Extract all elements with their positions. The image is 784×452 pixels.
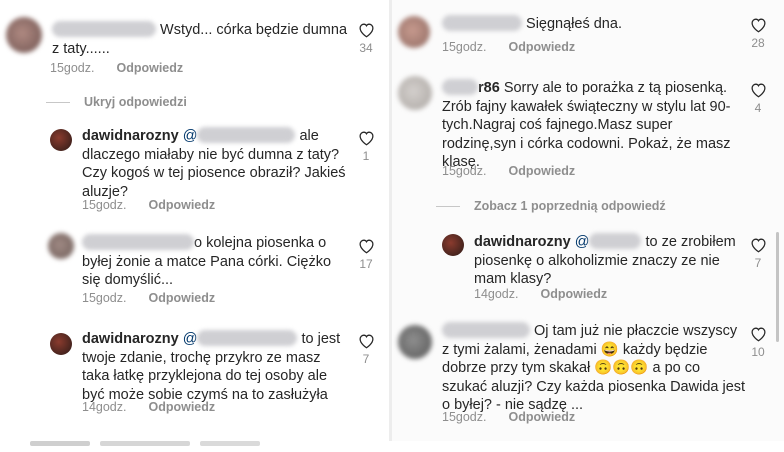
redacted-username: [442, 79, 478, 95]
heart-outline-icon: [358, 334, 374, 349]
timestamp: 14godz.: [474, 287, 519, 301]
comment-text: o kolejna piosenka o byłej żonie a matce…: [82, 234, 332, 288]
reply-button[interactable]: Odpowiedz: [508, 40, 575, 54]
timestamp: 15godz.: [82, 291, 127, 305]
like-button[interactable]: 1: [356, 130, 376, 163]
like-count: 1: [362, 149, 370, 163]
comment-text: r86 Sorry ale to porażka z tą piosenką. …: [442, 79, 731, 170]
reply-button[interactable]: Odpowiedz: [148, 198, 215, 212]
mention[interactable]: @: [183, 128, 198, 144]
heart-outline-icon: [750, 18, 766, 33]
username[interactable]: r86: [478, 80, 500, 96]
like-button[interactable]: 7: [748, 237, 768, 270]
comment-meta: 15godz. Odpowiedz: [442, 40, 575, 54]
like-count: 7: [754, 256, 762, 270]
avatar[interactable]: [50, 333, 72, 355]
like-count: 10: [751, 345, 765, 359]
thread-line: [436, 206, 460, 208]
heart-outline-icon: [750, 327, 766, 342]
reply-button[interactable]: Odpowiedz: [508, 410, 575, 424]
thread-line: [46, 102, 70, 104]
avatar[interactable]: [50, 129, 72, 151]
comment-meta: 15godz. Odpowiedz: [442, 410, 575, 424]
redacted-mention: [197, 127, 296, 143]
mention[interactable]: @: [575, 234, 590, 250]
comment-text: dawidnarozny @ ale dlaczego miałaby nie …: [82, 127, 346, 200]
reply-button[interactable]: Odpowiedz: [540, 287, 607, 301]
like-count: 17: [359, 257, 373, 271]
like-count: 28: [751, 36, 765, 50]
like-count: 7: [362, 352, 370, 366]
avatar[interactable]: [6, 17, 42, 53]
username[interactable]: dawidnarozny: [82, 331, 179, 347]
like-button[interactable]: 28: [748, 17, 768, 50]
heart-outline-icon: [750, 83, 766, 98]
avatar[interactable]: [398, 16, 430, 48]
heart-outline-icon: [750, 238, 766, 253]
comment-text: Oj tam już nie płaczcie wszyscy z tymi ż…: [442, 322, 746, 413]
like-button[interactable]: 17: [356, 238, 376, 271]
heart-outline-icon: [358, 23, 374, 38]
reply-button[interactable]: Odpowiedz: [148, 400, 215, 414]
comment-meta: 14godz. Odpowiedz: [474, 287, 607, 301]
redacted-username: [442, 15, 522, 31]
comment-meta: 14godz. Odpowiedz: [82, 400, 215, 414]
avatar[interactable]: [48, 233, 74, 259]
comment-text: Sięgnąłeś dna.: [442, 15, 742, 34]
comment-text: dawidnarozny @ to jest twoje zdanie, tro…: [82, 330, 341, 403]
avatar[interactable]: [398, 76, 432, 110]
scrollbar[interactable]: [776, 232, 779, 342]
comment-meta: 15godz. Odpowiedz: [82, 198, 215, 212]
timestamp: 15godz.: [82, 198, 127, 212]
heart-outline-icon: [358, 239, 374, 254]
timestamp: 15godz.: [442, 40, 487, 54]
hide-replies-button[interactable]: Ukryj odpowiedzi: [46, 95, 187, 109]
redacted-mention: [197, 330, 298, 346]
comment-meta: 15godz. Odpowiedz: [82, 291, 215, 305]
next-comment-partial: [30, 434, 320, 446]
like-button[interactable]: 7: [356, 333, 376, 366]
like-button[interactable]: 10: [748, 326, 768, 359]
comment-meta: 15godz. Odpowiedz: [50, 61, 183, 75]
avatar[interactable]: [398, 325, 432, 359]
comment-text: dawidnarozny @ to ze zrobiłem piosenkę o…: [474, 233, 736, 287]
username[interactable]: dawidnarozny: [82, 128, 179, 144]
redacted-username: [82, 234, 194, 250]
redacted-username: [442, 322, 530, 338]
timestamp: 15godz.: [442, 164, 487, 178]
timestamp: 15godz.: [442, 410, 487, 424]
comment-text: Wstyd... córka będzie dumna z taty......: [52, 21, 348, 57]
reply-button[interactable]: Odpowiedz: [148, 291, 215, 305]
timestamp: 14godz.: [82, 400, 127, 414]
timestamp: 15godz.: [50, 61, 95, 75]
heart-outline-icon: [358, 131, 374, 146]
redacted-mention: [589, 233, 642, 249]
like-count: 4: [754, 101, 762, 115]
comments-column-left: Wstyd... córka będzie dumna z taty......…: [0, 0, 390, 446]
reply-button[interactable]: Odpowiedz: [508, 164, 575, 178]
like-count: 34: [359, 41, 373, 55]
comment-meta: 15godz. Odpowiedz: [442, 164, 575, 178]
reply-button[interactable]: Odpowiedz: [116, 61, 183, 75]
like-button[interactable]: 34: [356, 22, 376, 55]
redacted-username: [52, 21, 156, 37]
username[interactable]: dawidnarozny: [474, 234, 571, 250]
mention[interactable]: @: [183, 331, 198, 347]
like-button[interactable]: 4: [748, 82, 768, 115]
avatar[interactable]: [442, 234, 464, 256]
comments-column-right: Sięgnąłeś dna. 15godz. Odpowiedz 28 r86 S…: [392, 0, 784, 441]
view-previous-replies-button[interactable]: Zobacz 1 poprzednią odpowiedź: [436, 199, 666, 213]
